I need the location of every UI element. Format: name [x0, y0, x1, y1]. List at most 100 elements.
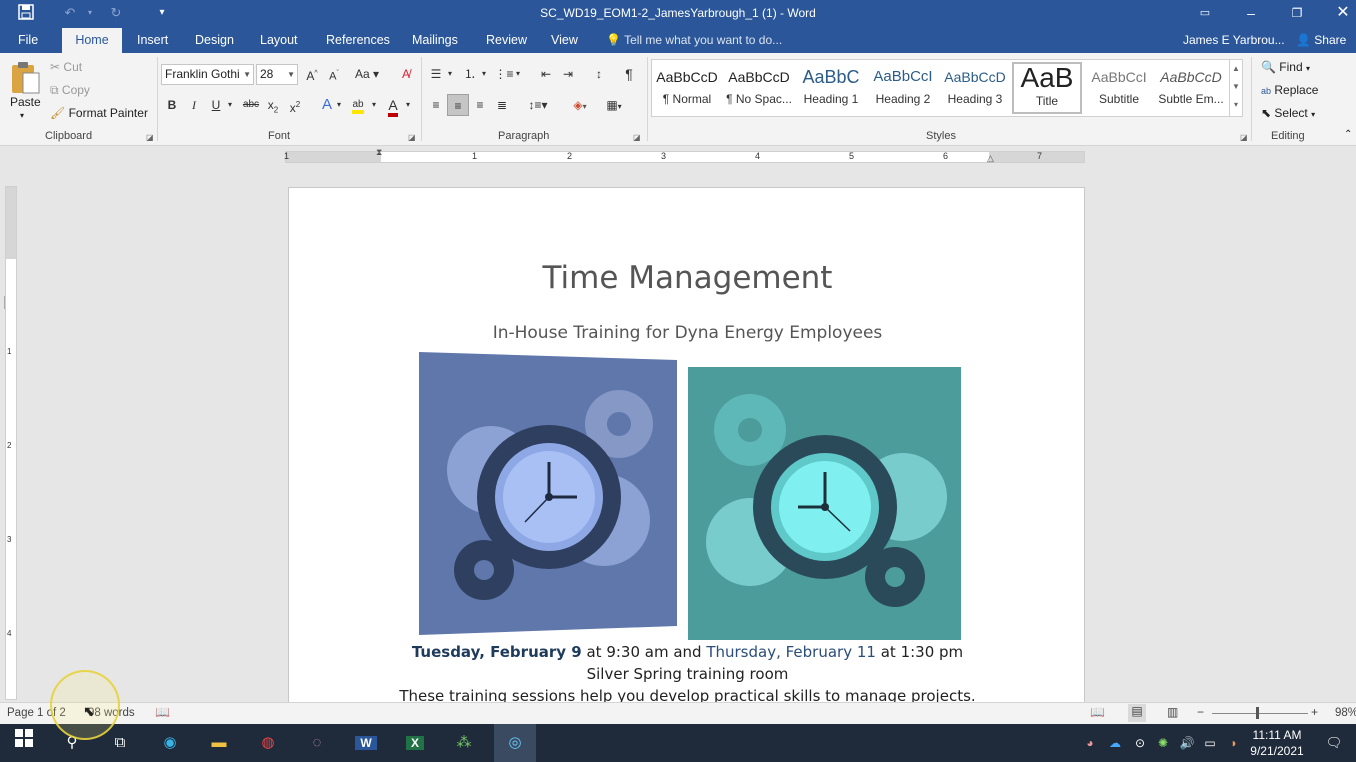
undo-icon[interactable]: ↶: [60, 4, 80, 22]
app-icon[interactable]: ⁂: [449, 729, 479, 757]
style-title[interactable]: AaB Title: [1012, 62, 1082, 114]
align-right-icon[interactable]: ≡: [469, 94, 491, 116]
text-effects-dropdown-icon[interactable]: ▾: [334, 94, 344, 116]
indent-marker-icon[interactable]: ⧗: [376, 147, 382, 158]
bold-icon[interactable]: B: [161, 94, 183, 116]
increase-indent-icon[interactable]: ⇥: [557, 63, 579, 85]
multilevel-list-dropdown-icon[interactable]: ▾: [513, 63, 523, 85]
highlight-dropdown-icon[interactable]: ▾: [369, 94, 379, 116]
zoom-slider[interactable]: [1212, 713, 1308, 714]
paste-dropdown-icon[interactable]: ▾: [20, 111, 24, 120]
tab-home[interactable]: Home: [62, 28, 122, 53]
horizontal-ruler[interactable]: 1 1 2 3 4 5 6 7 ⧗ △: [284, 147, 1085, 164]
clock-gears-image-blue[interactable]: [419, 352, 677, 635]
chrome-icon[interactable]: ◍: [253, 729, 283, 757]
format-painter-button[interactable]: 🖌 Format Painter: [50, 106, 148, 120]
network-icon[interactable]: ▭: [1200, 729, 1220, 757]
tab-references[interactable]: References: [318, 28, 398, 53]
style-heading-3[interactable]: AaBbCcD Heading 3: [940, 62, 1010, 114]
right-indent-marker-icon[interactable]: △: [987, 153, 994, 164]
font-size-combo[interactable]: 28 ▼: [256, 64, 298, 85]
align-left-icon[interactable]: ≡: [425, 94, 447, 116]
word-icon[interactable]: W: [351, 729, 381, 757]
web-layout-icon[interactable]: ▥: [1167, 705, 1178, 719]
tray-sync-icon[interactable]: ✺: [1153, 729, 1173, 757]
subscript-icon[interactable]: x2: [262, 94, 284, 116]
ribbon-display-options-icon[interactable]: ▭: [1182, 0, 1228, 28]
undo-dropdown-icon[interactable]: ▾: [80, 4, 100, 22]
paragraph-launcher-icon[interactable]: ◪: [633, 133, 641, 142]
underline-icon[interactable]: U: [205, 94, 227, 116]
clear-formatting-icon[interactable]: A̸: [395, 63, 417, 85]
close-icon[interactable]: ✕: [1320, 0, 1356, 28]
highlight-icon[interactable]: ab: [347, 94, 369, 116]
document-page[interactable]: Time Management In-House Training for Dy…: [288, 187, 1085, 707]
tab-file[interactable]: File: [10, 28, 46, 53]
font-launcher-icon[interactable]: ◪: [408, 133, 416, 142]
document-subtitle[interactable]: In-House Training for Dyna Energy Employ…: [289, 323, 1084, 343]
tab-mailings[interactable]: Mailings: [404, 28, 466, 53]
clipboard-icon[interactable]: [9, 59, 43, 97]
file-explorer-icon[interactable]: ▬: [204, 729, 234, 757]
edge-icon[interactable]: ◉: [155, 729, 185, 757]
collapse-ribbon-icon[interactable]: ⌃: [1344, 129, 1352, 140]
windows-start-icon[interactable]: [9, 729, 39, 757]
user-account[interactable]: James E Yarbrou...: [1183, 28, 1285, 53]
shrink-font-icon[interactable]: Aˇ: [323, 63, 345, 85]
align-center-icon[interactable]: ≡: [447, 94, 469, 116]
document-location-line[interactable]: Silver Spring training room: [289, 665, 1084, 683]
tab-view[interactable]: View: [543, 28, 586, 53]
vertical-ruler[interactable]: 1 2 3 4: [5, 186, 17, 700]
zoom-in-icon[interactable]: +: [1311, 705, 1318, 719]
proofing-icon[interactable]: 📖: [155, 705, 170, 719]
strikethrough-icon[interactable]: abc: [240, 94, 262, 116]
bullets-dropdown-icon[interactable]: ▾: [445, 63, 455, 85]
shading-icon[interactable]: ◈▾: [566, 94, 594, 116]
tell-me-search[interactable]: 💡 Tell me what you want to do...: [606, 28, 782, 53]
volume-icon[interactable]: 🔊: [1177, 729, 1197, 757]
styles-scroll[interactable]: ▲ ▼ ▾: [1229, 60, 1242, 116]
sort-icon[interactable]: ↕: [588, 63, 610, 85]
line-spacing-icon[interactable]: ↕≡▾: [524, 94, 552, 116]
styles-launcher-icon[interactable]: ◪: [1240, 133, 1248, 142]
customize-qat-icon[interactable]: ▾: [152, 4, 172, 22]
zoom-out-icon[interactable]: −: [1197, 705, 1204, 719]
decrease-indent-icon[interactable]: ⇤: [535, 63, 557, 85]
tab-layout[interactable]: Layout: [252, 28, 306, 53]
font-color-icon[interactable]: A: [382, 94, 404, 117]
style-no-spacing[interactable]: AaBbCcD ¶ No Spac...: [724, 62, 794, 114]
style-heading-1[interactable]: AaBbC Heading 1: [796, 62, 866, 114]
clock-gears-image-teal[interactable]: [688, 367, 961, 640]
underline-dropdown-icon[interactable]: ▾: [225, 94, 235, 116]
print-layout-icon[interactable]: ▤: [1128, 704, 1146, 722]
replace-button[interactable]: ab Replace: [1261, 83, 1318, 97]
select-button[interactable]: ⬉ Select ▾: [1261, 106, 1315, 120]
borders-icon[interactable]: ▦▾: [600, 94, 628, 116]
bullets-icon[interactable]: ☰: [425, 63, 447, 85]
numbering-icon[interactable]: ⒈: [459, 63, 481, 85]
document-title[interactable]: Time Management: [289, 260, 1084, 296]
cut-button[interactable]: ✂ Cut: [50, 60, 82, 74]
multilevel-list-icon[interactable]: ⋮≡: [493, 63, 515, 85]
italic-icon[interactable]: I: [183, 94, 205, 116]
restore-icon[interactable]: ❐: [1274, 0, 1320, 28]
tray-record-icon[interactable]: ⊙: [1130, 729, 1150, 757]
cortana-icon[interactable]: ◎: [500, 729, 530, 757]
clipboard-launcher-icon[interactable]: ◪: [146, 133, 154, 142]
font-color-dropdown-icon[interactable]: ▾: [403, 94, 413, 116]
tab-design[interactable]: Design: [187, 28, 242, 53]
change-case-icon[interactable]: Aa ▾: [352, 63, 382, 85]
tab-review[interactable]: Review: [478, 28, 535, 53]
numbering-dropdown-icon[interactable]: ▾: [479, 63, 489, 85]
justify-icon[interactable]: ≣: [491, 94, 513, 116]
redo-icon[interactable]: ↻: [106, 4, 126, 22]
zoom-slider-thumb[interactable]: [1256, 707, 1259, 719]
style-subtle-emphasis[interactable]: AaBbCcD Subtle Em...: [1156, 62, 1226, 114]
onedrive-icon[interactable]: ☁: [1105, 729, 1125, 757]
minimize-icon[interactable]: –: [1228, 0, 1274, 28]
style-heading-2[interactable]: AaBbCcI Heading 2: [868, 62, 938, 114]
save-icon[interactable]: [16, 4, 36, 22]
show-formatting-marks-icon[interactable]: ¶: [618, 63, 640, 85]
find-button[interactable]: 🔍 Find ▾: [1261, 60, 1310, 74]
superscript-icon[interactable]: x2: [284, 94, 306, 116]
